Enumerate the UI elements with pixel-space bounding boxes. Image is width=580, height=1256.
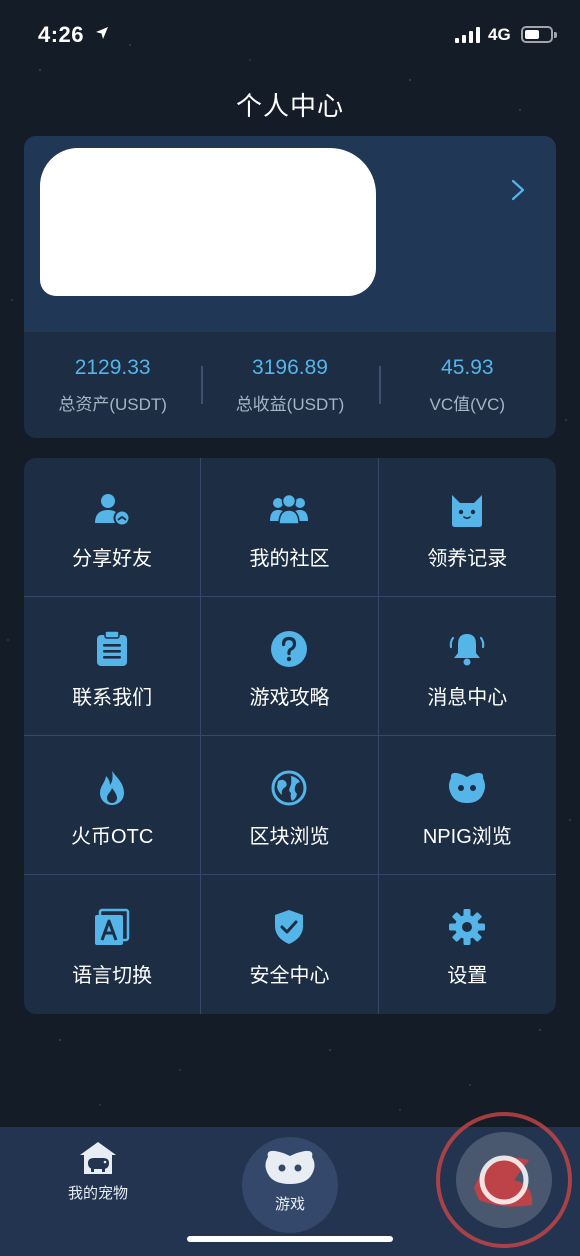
menu-item-adoption-record[interactable]: 领养记录: [378, 458, 556, 597]
watermark-logo: [436, 1112, 572, 1248]
tab-label: 游戏: [274, 1196, 305, 1213]
menu-item-security[interactable]: 安全中心: [201, 875, 379, 1014]
page-title: 个人中心: [235, 91, 344, 121]
menu-label: 语言切换: [72, 965, 153, 987]
menu-label: NPIG浏览: [422, 826, 512, 848]
menu-item-npig-explorer[interactable]: NPIG浏览: [378, 736, 556, 875]
shield-check-icon: [269, 907, 309, 947]
menu-label: 我的社区: [249, 548, 330, 570]
menu-item-message-center[interactable]: 消息中心: [378, 597, 556, 736]
home-indicator: [187, 1236, 393, 1242]
tab-label: 我的宠物: [67, 1185, 128, 1202]
gear-icon: [447, 907, 487, 947]
bell-icon: [447, 629, 487, 669]
menu-item-community[interactable]: 我的社区: [201, 458, 379, 597]
stat-total-assets: 2129.33 总资产(USDT): [24, 332, 201, 438]
menu-item-language[interactable]: 语言切换: [24, 875, 202, 1014]
stat-value: 45.93: [441, 356, 494, 379]
globe-icon: [269, 768, 309, 808]
status-time: 4:26: [38, 22, 85, 47]
stat-divider: [379, 366, 381, 404]
pig-house-icon: [80, 1142, 116, 1174]
menu-item-contact-us[interactable]: 联系我们: [24, 597, 202, 736]
menu-label: 设置: [447, 965, 488, 987]
menu-label: 消息中心: [427, 687, 508, 709]
stat-vc-value: 45.93 VC值(VC): [379, 332, 556, 438]
stat-total-earnings: 3196.89 总收益(USDT): [201, 332, 378, 438]
network-type: 4G: [488, 25, 511, 44]
menu-label: 安全中心: [249, 965, 330, 987]
location-arrow-icon: [96, 27, 108, 39]
status-bar: 4:26 4G: [0, 0, 580, 70]
clipboard-icon: [92, 629, 132, 669]
tab-game[interactable]: 游戏: [242, 1137, 338, 1233]
pig-face-icon: [265, 1150, 315, 1184]
stat-label: 总收益(USDT): [235, 395, 345, 414]
stat-value: 3196.89: [252, 356, 328, 379]
pig-face-icon: [447, 768, 487, 808]
stat-value: 2129.33: [74, 356, 151, 379]
menu-label: 联系我们: [72, 687, 153, 709]
tab-my-pets[interactable]: 我的宠物: [48, 1127, 148, 1223]
menu-label: 游戏攻略: [249, 687, 330, 709]
menu-item-settings[interactable]: 设置: [379, 875, 556, 1014]
menu-label: 领养记录: [427, 548, 508, 570]
battery-icon: [521, 26, 557, 43]
stat-label: VC值(VC): [429, 395, 506, 414]
flame-icon: [92, 768, 132, 808]
menu-label: 火币OTC: [71, 826, 154, 848]
question-icon: [269, 629, 309, 669]
menu-item-block-explorer[interactable]: 区块浏览: [201, 736, 379, 875]
adoption-record-icon: [447, 490, 487, 530]
profile-card: 2129.33 总资产(USDT) 3196.89 总收益(USDT) 45.9…: [24, 136, 556, 438]
language-icon: [92, 907, 132, 947]
chevron-right-icon[interactable]: [508, 178, 528, 202]
profile-header[interactable]: [24, 136, 556, 332]
stat-divider: [201, 366, 203, 404]
signal-icon: [455, 27, 481, 43]
share-friends-icon: [92, 490, 132, 530]
menu-item-huobi-otc[interactable]: 火币OTC: [24, 736, 202, 875]
menu-label: 区块浏览: [249, 826, 330, 848]
menu-label: 分享好友: [72, 548, 153, 570]
redacted-user-info: [40, 148, 376, 296]
menu-grid: 分享好友 我的社区 领养记录 联系我们 游戏攻略 消息中心 火币OTC 区块浏览…: [24, 458, 556, 1014]
stats-row: 2129.33 总资产(USDT) 3196.89 总收益(USDT) 45.9…: [24, 332, 556, 438]
menu-item-game-guide[interactable]: 游戏攻略: [201, 597, 379, 736]
menu-item-share-friends[interactable]: 分享好友: [24, 458, 202, 597]
stat-label: 总资产(USDT): [58, 395, 167, 414]
community-icon: [269, 490, 309, 530]
